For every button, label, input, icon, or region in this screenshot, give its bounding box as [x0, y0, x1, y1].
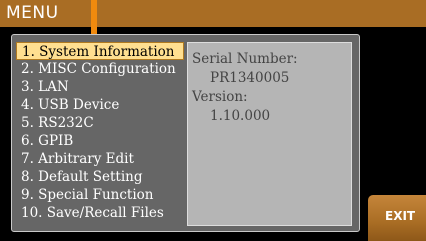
- menu-item-rs232c[interactable]: 5. RS232C: [16, 114, 184, 132]
- system-info-text: Serial Number: PR1340005 Version: 1.10.0…: [192, 50, 298, 126]
- menu-item-save-recall-files[interactable]: 10. Save/Recall Files: [16, 204, 184, 222]
- title-bar: MENU: [0, 0, 426, 27]
- menu-item-system-information[interactable]: 1. System Information: [16, 42, 184, 60]
- serial-number-value: PR1340005: [210, 70, 290, 86]
- serial-number-label: Serial Number:: [192, 51, 298, 67]
- exit-button-label: EXIT: [385, 209, 416, 223]
- page-title: MENU: [6, 3, 59, 23]
- menu-list: 1. System Information 2. MISC Configurat…: [16, 42, 184, 222]
- menu-item-lan[interactable]: 3. LAN: [16, 78, 184, 96]
- exit-button[interactable]: EXIT: [368, 195, 426, 241]
- menu-item-arbitrary-edit[interactable]: 7. Arbitrary Edit: [16, 150, 184, 168]
- menu-item-misc-configuration[interactable]: 2. MISC Configuration: [16, 60, 184, 78]
- menu-item-special-function[interactable]: 9. Special Function: [16, 186, 184, 204]
- version-value: 1.10.000: [210, 108, 271, 124]
- menu-item-default-setting[interactable]: 8. Default Setting: [16, 168, 184, 186]
- menu-item-gpib[interactable]: 6. GPIB: [16, 132, 184, 150]
- version-label: Version:: [192, 89, 248, 105]
- menu-item-usb-device[interactable]: 4. USB Device: [16, 96, 184, 114]
